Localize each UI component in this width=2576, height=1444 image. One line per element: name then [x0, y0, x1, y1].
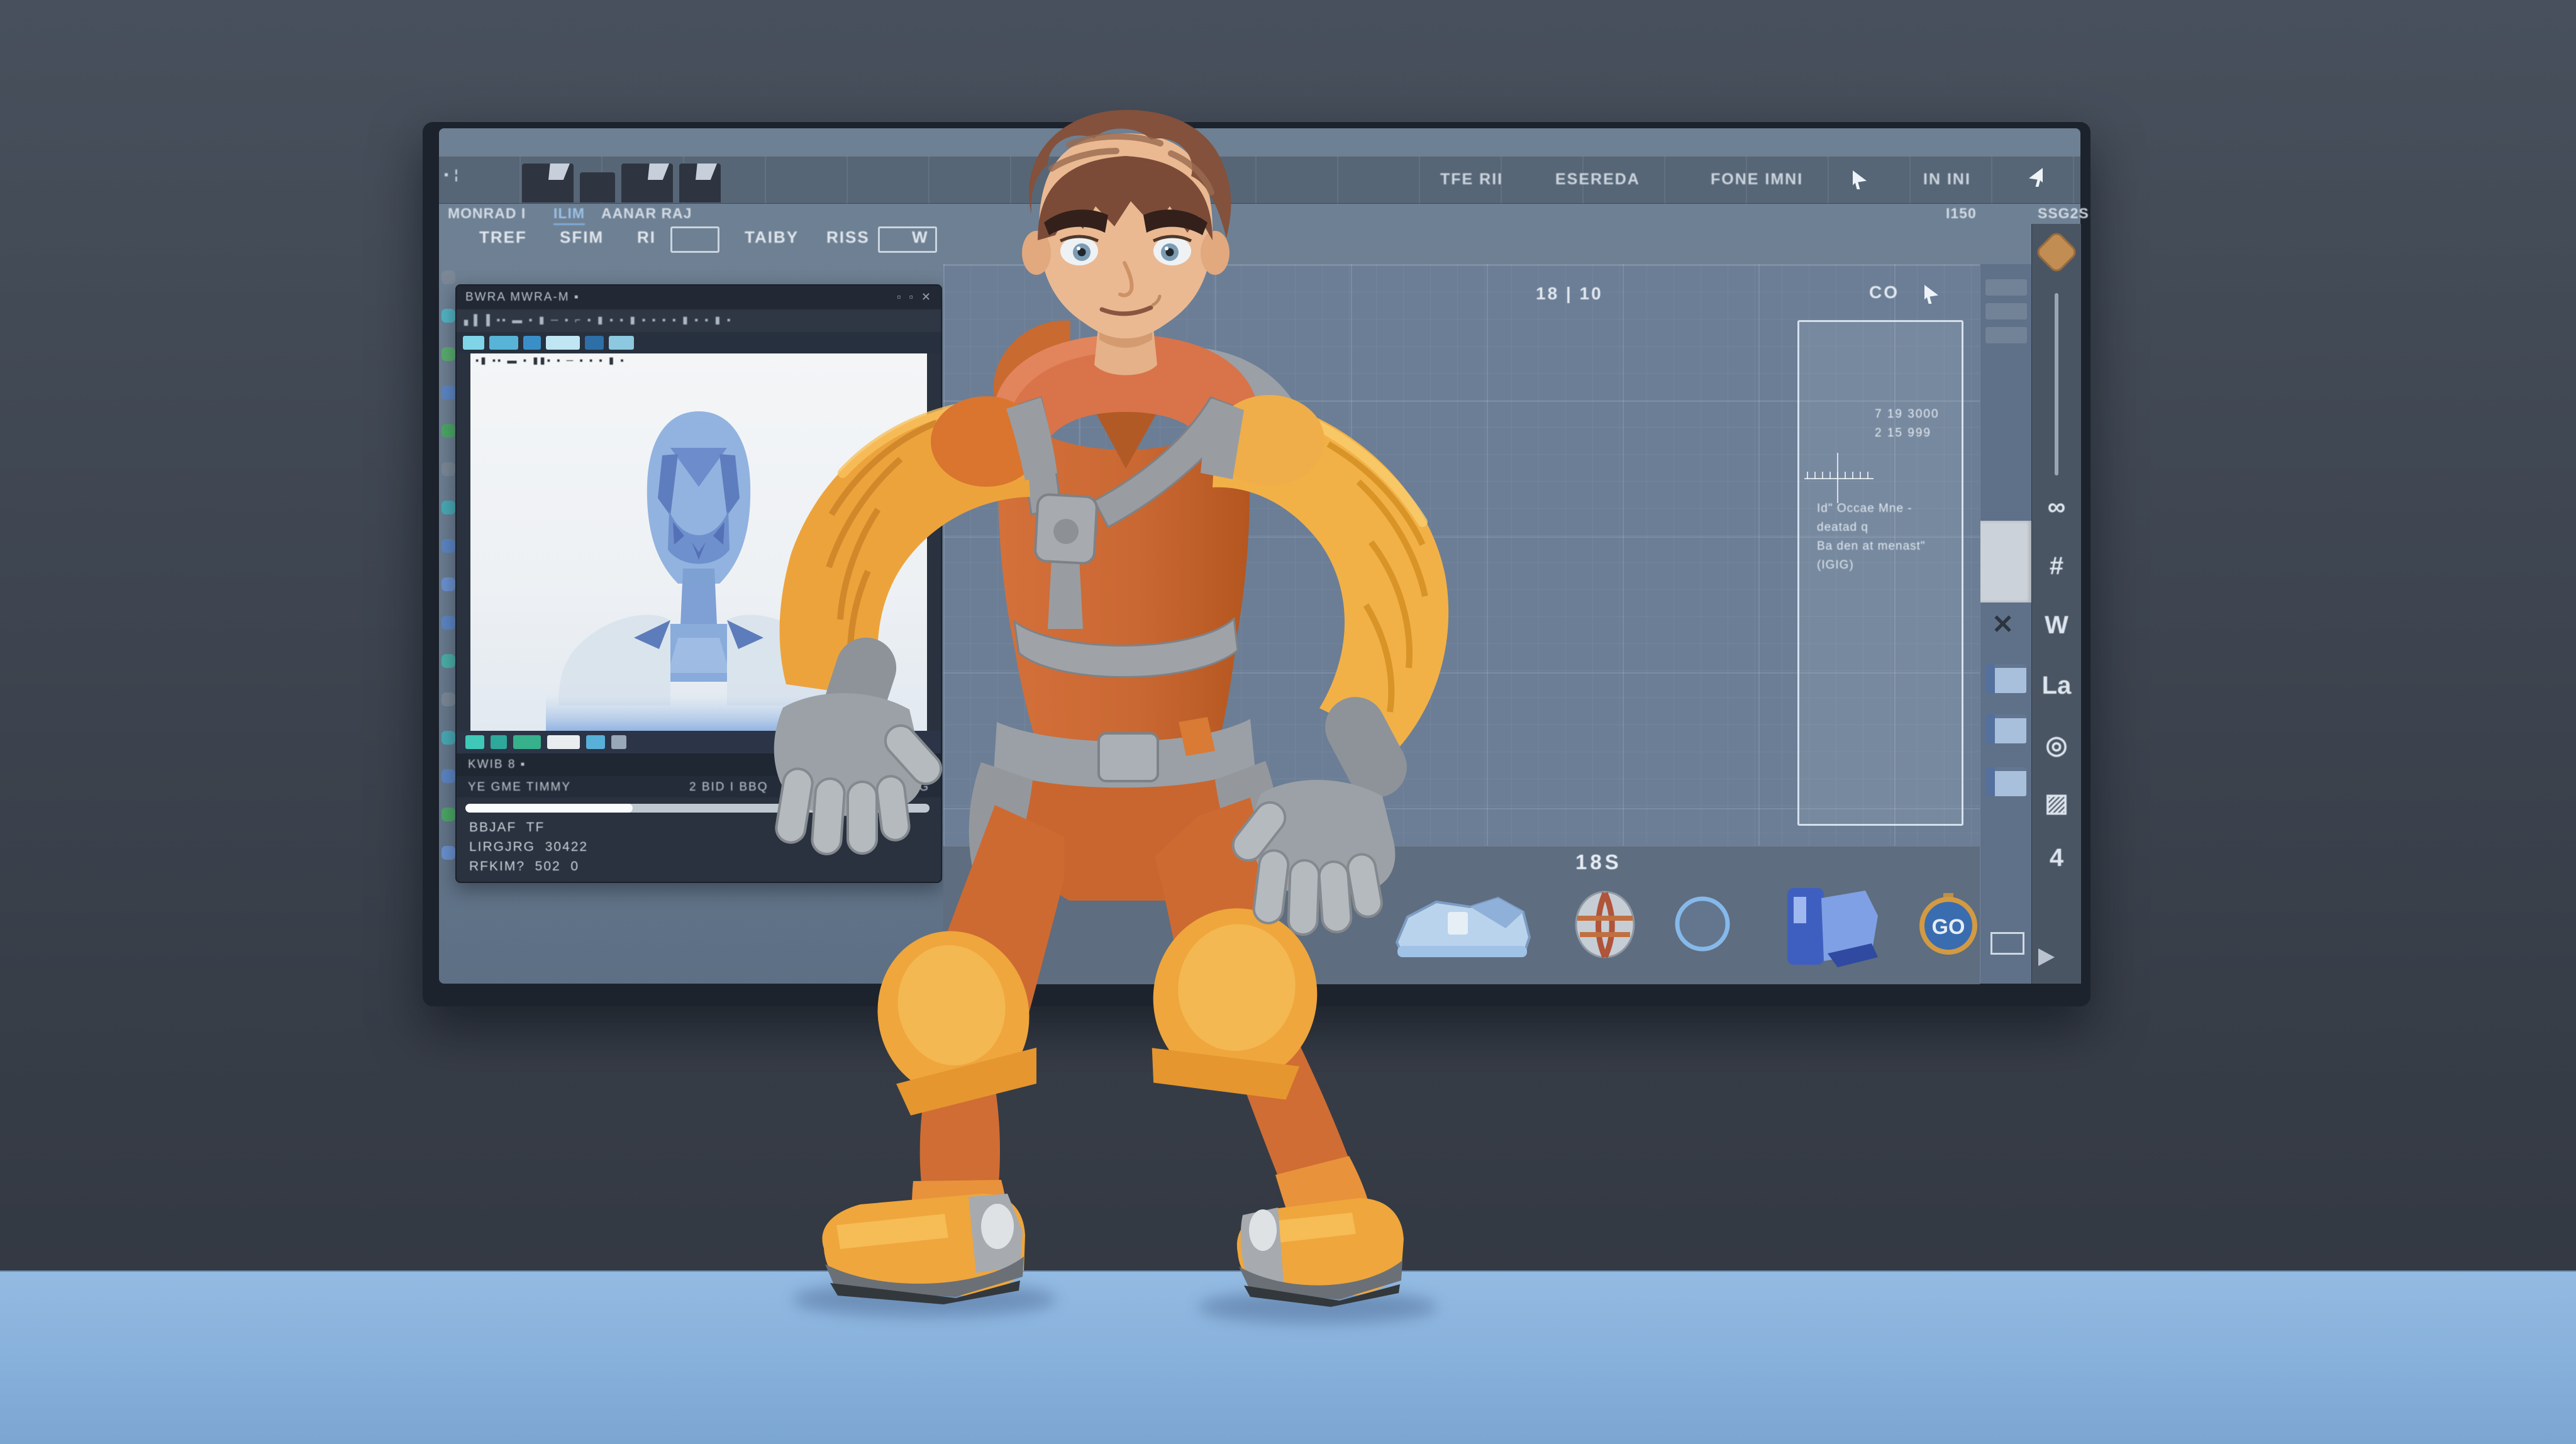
ring-icon[interactable]	[1673, 894, 1732, 953]
viewport-cursor-icon	[1924, 285, 1938, 304]
right-sidebar: ∞ # W La ◎ ▨ 4	[2031, 224, 2081, 984]
blueprint-rectangle[interactable]: 7 19 3000 2 15 999 Id" Occae Mne - deata…	[1797, 320, 1963, 826]
doc-tab[interactable]	[522, 164, 574, 203]
thumbnail[interactable]	[1986, 767, 2026, 796]
scene: ▪ ¦ TFE RII ESEREDA FONE IMNI IN INI MON…	[0, 0, 2576, 1444]
chip-button[interactable]	[611, 735, 626, 749]
svg-text:GO: GO	[1932, 915, 1965, 939]
doc-tab[interactable]	[621, 164, 673, 203]
tool-dot-icon[interactable]	[441, 501, 455, 514]
menu-item-active[interactable]: ILIM	[553, 205, 585, 225]
tool-dot-icon[interactable]	[441, 270, 455, 284]
thumbnail[interactable]	[1986, 664, 2026, 693]
frame-counter: 18S	[1575, 850, 1622, 874]
collapse-arrow-icon[interactable]	[2038, 948, 2055, 966]
thumbnail[interactable]	[1986, 714, 2026, 743]
doc-tab[interactable]	[580, 172, 615, 203]
sidebar-scrollbar[interactable]	[2055, 293, 2058, 475]
tool-dot-icon[interactable]	[441, 616, 455, 630]
tool-dot-icon[interactable]	[441, 577, 455, 591]
left-boot	[822, 1180, 1025, 1304]
tool-dot-icon[interactable]	[441, 731, 455, 745]
list-item[interactable]	[1985, 303, 2027, 319]
status-code: SSG2S	[2038, 205, 2089, 222]
blueprint-annotation: Id" Occae Mne - deatad q Ba den at menas…	[1817, 499, 1952, 575]
tool-dot-icon[interactable]	[441, 539, 455, 553]
dimension-ticks	[1807, 472, 1870, 479]
model-boot-icon[interactable]	[1779, 879, 1883, 975]
progress-fill	[465, 804, 633, 813]
right-list-column: ✕	[1980, 264, 2032, 984]
tool-dot-icon[interactable]	[441, 309, 455, 323]
tab-tref[interactable]: TREF	[479, 228, 527, 247]
inner-window-title: BWRA MWRA-M ▪	[465, 291, 580, 304]
tool-dot-icon[interactable]	[441, 846, 455, 860]
tool-dot-icon[interactable]	[441, 692, 455, 706]
status-text: YE GME TIMMY	[468, 780, 571, 794]
chip-button[interactable]	[491, 735, 507, 749]
status-count: I150	[1946, 205, 1977, 222]
chip-button[interactable]	[609, 336, 634, 350]
swatch-icon[interactable]: ▨	[2032, 789, 2081, 818]
tool-dot-icon[interactable]	[441, 347, 455, 361]
character-figure	[667, 106, 1547, 1340]
left-tool-strip	[440, 270, 457, 887]
go-badge-icon[interactable]: GO	[1917, 892, 1980, 955]
list-item[interactable]	[1985, 279, 2027, 296]
wave-icon[interactable]: W	[2032, 611, 2081, 640]
flag-cursor-icon	[2029, 168, 2043, 187]
list-item[interactable]	[1985, 327, 2027, 343]
toolbar-item[interactable]: ESEREDA	[1555, 170, 1640, 189]
goggles-icon[interactable]: ∞	[2032, 493, 2081, 521]
window-mark: ▪ ¦	[444, 168, 459, 182]
toolbar-item[interactable]: IN INI	[1923, 170, 1971, 189]
anchor-icon[interactable]: 4	[2032, 844, 2081, 872]
tool-dot-icon[interactable]	[441, 769, 455, 783]
chip-button[interactable]	[465, 735, 484, 749]
menu-item[interactable]: MONRAD I	[448, 205, 526, 222]
tool-dot-icon[interactable]	[441, 462, 455, 476]
right-boot	[1237, 1156, 1404, 1307]
chip-button[interactable]	[585, 336, 604, 350]
toolbar-item[interactable]: FONE IMNI	[1711, 170, 1803, 189]
blueprint-dimensions: 7 19 3000 2 15 999	[1875, 405, 1940, 443]
hash-icon[interactable]: #	[2032, 552, 2081, 580]
rings-icon[interactable]: ◎	[2032, 731, 2081, 760]
tool-dot-icon[interactable]	[441, 654, 455, 668]
empty-slot[interactable]	[1990, 932, 2024, 955]
tab-ri[interactable]: RI	[637, 228, 656, 247]
diamond-icon[interactable]	[2035, 230, 2079, 275]
selected-swatch[interactable]	[1980, 521, 2032, 603]
chip-button[interactable]	[546, 336, 580, 350]
chip-button[interactable]	[547, 735, 580, 749]
chip-button[interactable]	[489, 336, 518, 350]
tool-dot-icon[interactable]	[441, 424, 455, 438]
tool-dot-icon[interactable]	[441, 386, 455, 399]
status-text: KWIB 8 ▪	[468, 758, 526, 772]
layers-icon[interactable]: La	[2032, 672, 2081, 700]
cursor-icon	[1853, 170, 1867, 189]
chip-button[interactable]	[513, 735, 541, 749]
log-lines: BBJAF TF LIRGJRG 30422 RFKIM? 502 0	[469, 818, 588, 876]
viewport-frame-label: CO	[1869, 282, 1899, 303]
chip-button[interactable]	[523, 336, 541, 350]
tab-sfim[interactable]: SFIM	[560, 228, 604, 247]
close-icon[interactable]: ✕	[1992, 609, 2014, 640]
chip-button[interactable]	[586, 735, 605, 749]
tool-dot-icon[interactable]	[441, 808, 455, 821]
chip-button[interactable]	[463, 336, 484, 350]
grid-sphere-icon[interactable]	[1574, 889, 1636, 960]
